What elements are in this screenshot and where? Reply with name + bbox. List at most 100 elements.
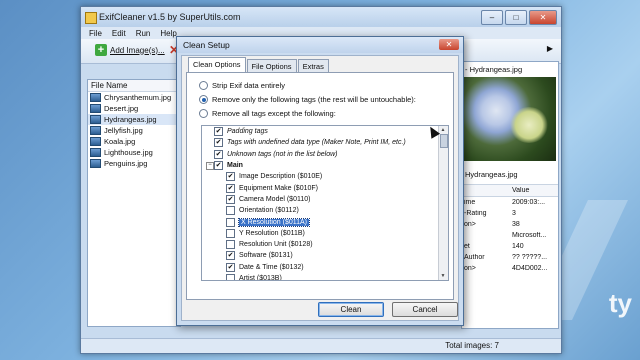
tag-item[interactable]: ✔ Unknown tags (not in the list below)	[202, 149, 448, 160]
tag-checkbox[interactable]: ✔	[226, 172, 235, 182]
exif-key: ime	[464, 199, 476, 206]
tag-checkbox[interactable]: ✔	[214, 127, 223, 137]
file-list-item[interactable]: Koala.jpg	[88, 136, 180, 147]
exif-key: on>	[464, 265, 476, 272]
menu-file[interactable]: File	[89, 29, 102, 38]
tag-checkbox[interactable]: ✔	[214, 138, 223, 148]
menu-help[interactable]: Help	[160, 29, 176, 38]
tag-item[interactable]: ✔ Image Description ($010E)	[202, 171, 448, 182]
tag-checkbox[interactable]: ✔	[214, 149, 223, 159]
file-name: Lighthouse.jpg	[104, 148, 153, 157]
add-images-button[interactable]: + Add Image(s)...	[95, 44, 165, 56]
tag-item[interactable]: X Resolution ($011A)	[202, 216, 448, 227]
file-list-item[interactable]: Chrysanthemum.jpg	[88, 92, 180, 103]
tree-collapse-icon[interactable]: −	[206, 161, 214, 170]
file-list-item[interactable]: Penguins.jpg	[88, 158, 180, 169]
tag-label: Equipment Make ($010F)	[239, 184, 318, 192]
radio-remove-all-except[interactable]	[199, 109, 208, 118]
file-list-header[interactable]: File Name	[88, 80, 180, 92]
exif-row[interactable]: et 140	[462, 241, 558, 252]
close-button[interactable]: ✕	[529, 10, 557, 25]
dialog-titlebar[interactable]: Clean Setup ✕	[177, 37, 463, 53]
tag-checkbox[interactable]: ✔	[226, 262, 235, 272]
cancel-button[interactable]: Cancel	[392, 302, 458, 317]
tag-item[interactable]: ✔ Software ($0131)	[202, 250, 448, 261]
tag-checkbox[interactable]: ✔	[226, 251, 235, 261]
clean-button[interactable]: Clean	[318, 302, 384, 317]
exif-row[interactable]: on> 4D4D002...	[462, 263, 558, 274]
image-file-icon	[90, 159, 101, 168]
tag-label: Main	[227, 162, 243, 170]
exif-value: 38	[512, 221, 520, 228]
preview-image	[464, 77, 556, 161]
main-titlebar[interactable]: ExifCleaner v1.5 by SuperUtils.com – □ ✕	[81, 7, 561, 27]
image-file-icon	[90, 126, 101, 135]
tag-checkbox[interactable]	[226, 228, 235, 238]
image-file-icon	[90, 115, 101, 124]
exif-row[interactable]: -Rating 3	[462, 208, 558, 219]
tag-item[interactable]: Orientation ($0112)	[202, 205, 448, 216]
clean-options-panel: Strip Exif data entirely Remove only the…	[186, 72, 454, 300]
tag-list: ✔ Padding tags ✔ Tags with undefined data t…	[201, 125, 449, 281]
clean-setup-dialog: Clean Setup ✕ Clean Options File Options…	[176, 36, 464, 326]
minimize-button[interactable]: –	[481, 10, 503, 25]
scroll-down-icon[interactable]: ▼	[440, 273, 446, 279]
tab-file-options[interactable]: File Options	[246, 59, 297, 73]
tag-checkbox[interactable]: ✔	[226, 183, 235, 193]
tag-label: Image Description ($010E)	[239, 173, 323, 181]
option-strip-entirely[interactable]: Strip Exif data entirely	[199, 81, 285, 90]
tag-item[interactable]: ✔ Date & Time ($0132)	[202, 262, 448, 273]
tag-checkbox[interactable]	[226, 240, 235, 250]
tag-item[interactable]: − ✔ Main	[202, 160, 448, 171]
tag-checkbox[interactable]: ✔	[226, 194, 235, 204]
dialog-close-button[interactable]: ✕	[439, 39, 459, 50]
value-column-header[interactable]: Value	[512, 187, 558, 194]
tag-item[interactable]: ✔ Padding tags	[202, 126, 448, 137]
file-list-item[interactable]: Jellyfish.jpg	[88, 125, 180, 136]
exif-row[interactable]: ime 2009:03:...	[462, 197, 558, 208]
tag-item[interactable]: ✔ Equipment Make ($010F)	[202, 182, 448, 193]
dialog-tabs: Clean Options File Options Extras	[188, 57, 330, 73]
tab-extras[interactable]: Extras	[297, 59, 329, 73]
tag-item[interactable]: Resolution Unit ($0128)	[202, 239, 448, 250]
tag-item[interactable]: Artist ($013B)	[202, 273, 448, 280]
scrollbar-thumb[interactable]	[440, 134, 448, 148]
tag-item[interactable]: ✔ Camera Model ($0110)	[202, 194, 448, 205]
tag-checkbox[interactable]	[226, 206, 235, 216]
exif-value: 3	[512, 210, 516, 217]
exif-key: -Rating	[464, 210, 487, 217]
exif-row[interactable]: Author ?? ?????...	[462, 252, 558, 263]
maximize-button[interactable]: □	[505, 10, 527, 25]
app-icon	[85, 12, 97, 24]
preview-panel: - Hydrangeas.jpg Hydrangeas.jpg Value im…	[461, 61, 559, 329]
file-list-item[interactable]: Lighthouse.jpg	[88, 147, 180, 158]
tab-clean-options[interactable]: Clean Options	[188, 57, 246, 73]
tag-checkbox[interactable]	[226, 217, 235, 227]
toolbar-overflow-icon[interactable]: ▶	[547, 44, 553, 53]
file-list-item[interactable]: Hydrangeas.jpg	[88, 114, 180, 125]
radio-remove-following[interactable]	[199, 95, 208, 104]
radio-strip-entirely[interactable]	[199, 81, 208, 90]
option-remove-all-except[interactable]: Remove all tags except the following:	[199, 109, 336, 118]
scroll-up-icon[interactable]: ▲	[440, 127, 446, 133]
menu-run[interactable]: Run	[136, 29, 151, 38]
tag-checkbox[interactable]	[226, 274, 235, 280]
tag-label: Resolution Unit ($0128)	[239, 241, 313, 249]
file-list-item[interactable]: Desert.jpg	[88, 103, 180, 114]
exif-row[interactable]: on> 38	[462, 219, 558, 230]
tag-item[interactable]: ✔ Tags with undefined data type (Maker No…	[202, 137, 448, 148]
file-name: Koala.jpg	[104, 137, 136, 146]
tag-checkbox[interactable]: ✔	[214, 161, 223, 171]
exif-key: et	[464, 243, 470, 250]
preview-caption: Hydrangeas.jpg	[465, 170, 518, 179]
option-remove-except-label: Remove all tags except the following:	[212, 109, 336, 118]
option-remove-following-label: Remove only the following tags (the rest…	[212, 95, 416, 104]
exif-row[interactable]: Microsoft...	[462, 230, 558, 241]
menu-edit[interactable]: Edit	[112, 29, 126, 38]
tag-list-scrollbar[interactable]: ▲ ▼	[438, 126, 448, 280]
image-file-icon	[90, 137, 101, 146]
tag-item[interactable]: Y Resolution ($011B)	[202, 228, 448, 239]
option-remove-following[interactable]: Remove only the following tags (the rest…	[199, 95, 416, 104]
dialog-body: Clean Options File Options Extras Strip …	[181, 55, 459, 321]
tag-label: Y Resolution ($011B)	[239, 229, 305, 237]
